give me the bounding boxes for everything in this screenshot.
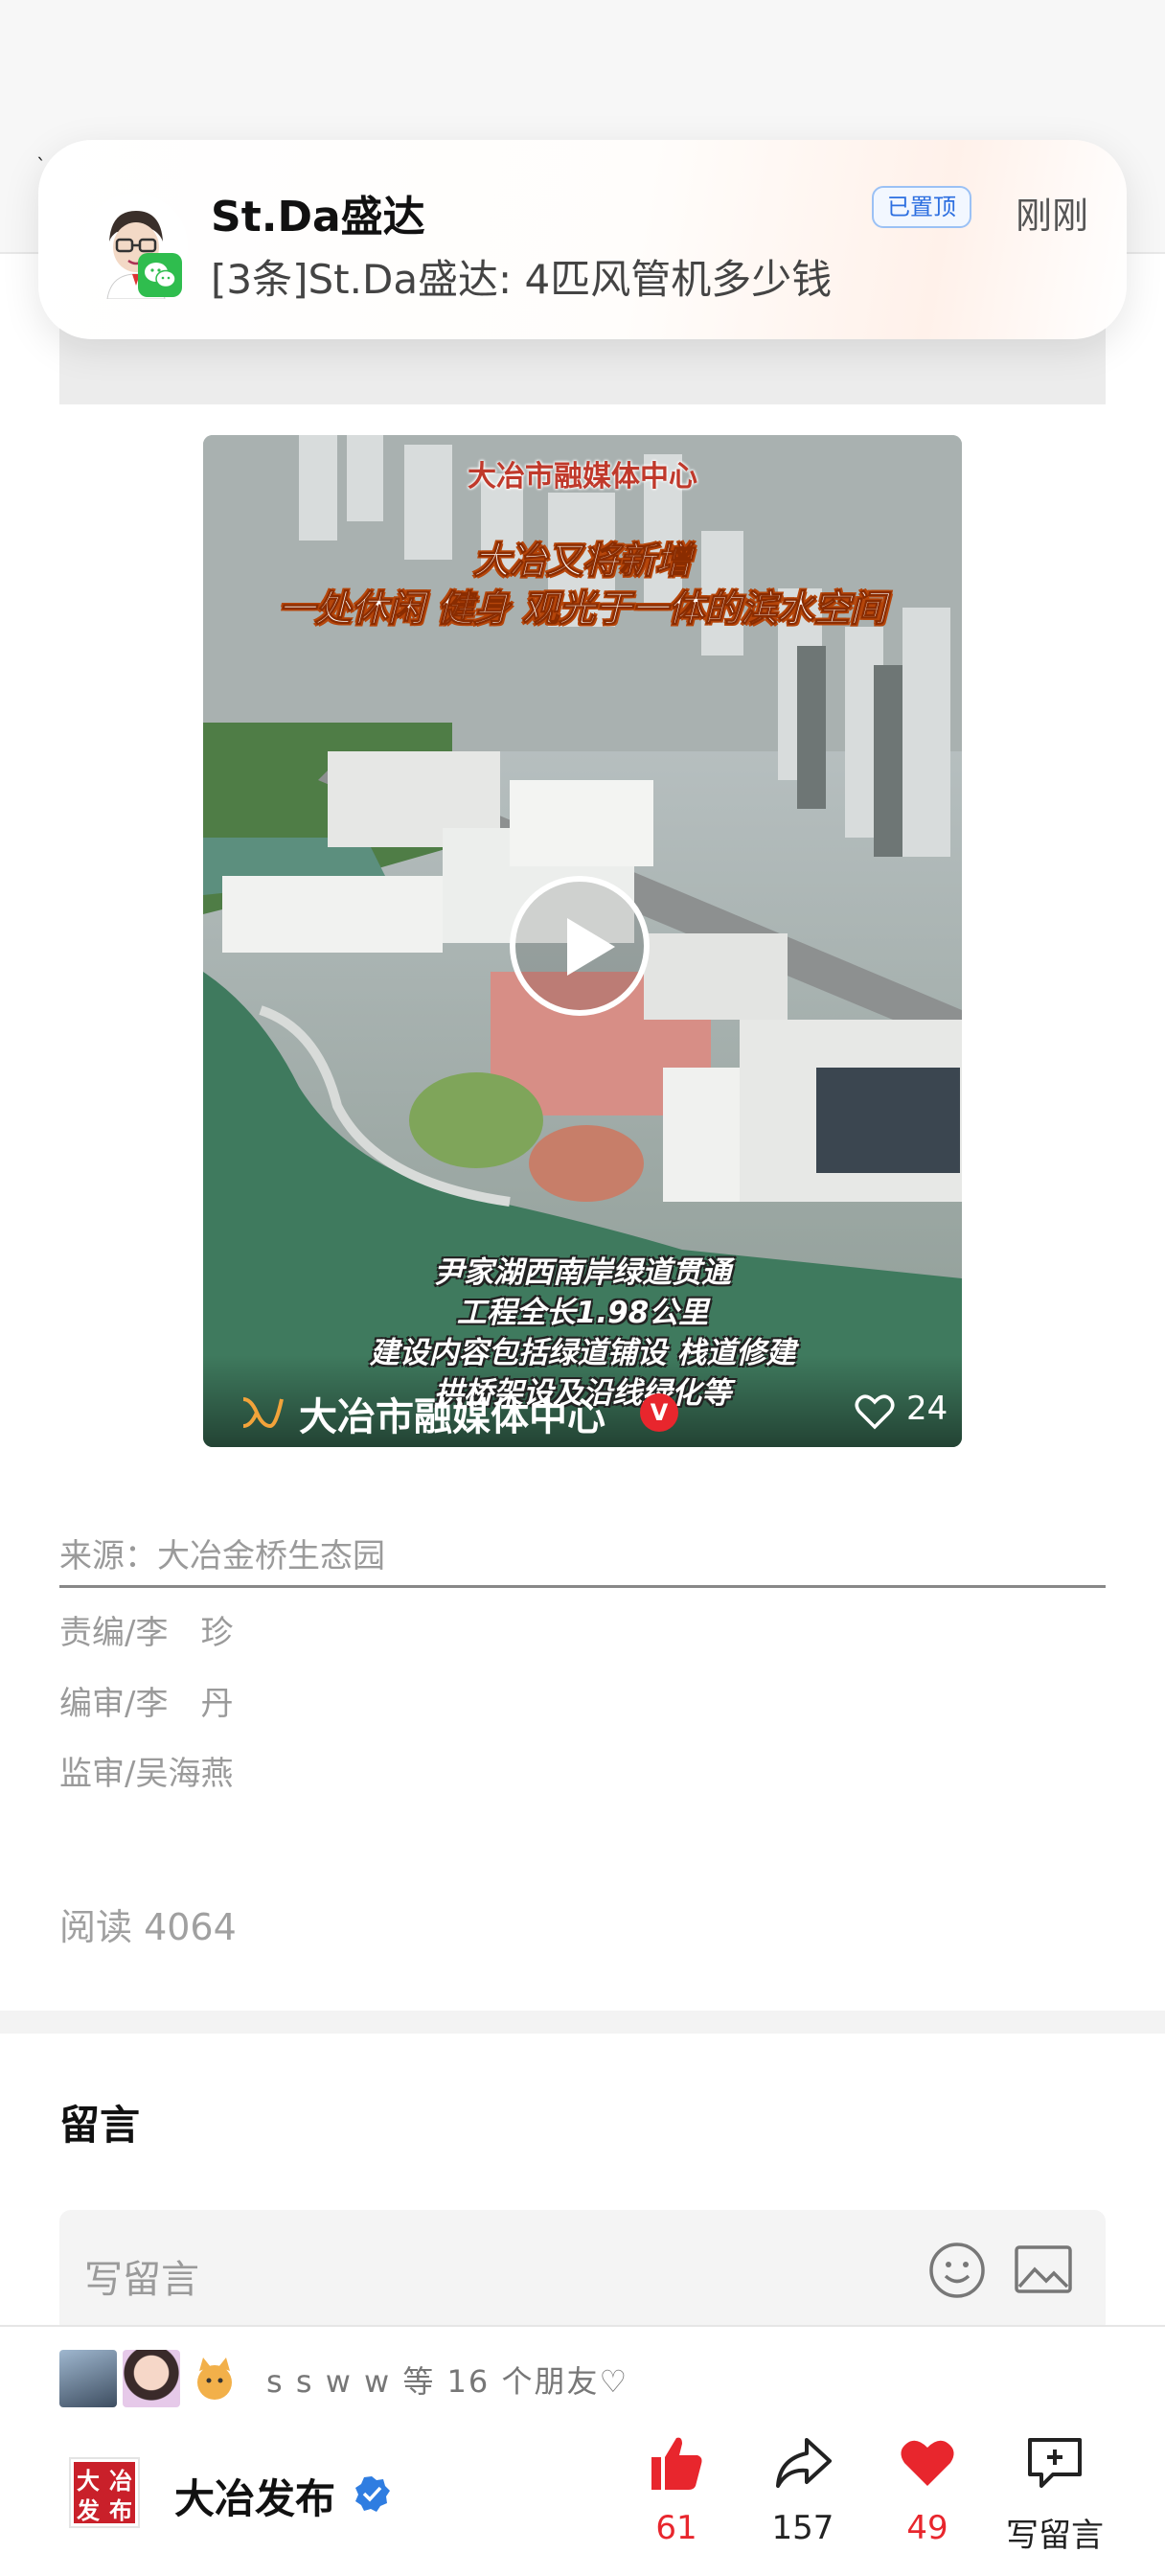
video-channel-name[interactable]: 大冶市融媒体中心 — [299, 1386, 605, 1441]
video-caption-line2: 工程全长1.98公里 — [456, 1296, 709, 1330]
editor-credit: 责编/李 珍 — [59, 1614, 234, 1652]
publisher-logo-mark: 大 冶 发 布 — [74, 2462, 135, 2524]
image-icon[interactable] — [1014, 2244, 1073, 2294]
logo-char: 发 — [76, 2497, 100, 2524]
comment-placeholder: 写留言 — [84, 2258, 199, 2302]
bottom-action-bar: s s w w 等 16 个朋友♡ 大 冶 发 布 大冶发布 61 157 49 — [0, 2325, 1165, 2576]
wechat-icon — [138, 253, 182, 297]
share-count: 157 — [771, 2509, 834, 2547]
video-like-count: 24 — [906, 1390, 948, 1428]
comments-title: 留言 — [59, 2102, 141, 2149]
pinned-badge: 已置顶 — [872, 186, 971, 228]
notification-sender: St.Da盛达 — [211, 193, 425, 242]
publisher-logo[interactable]: 大 冶 发 布 — [69, 2457, 140, 2528]
verified-icon: V — [640, 1393, 678, 1432]
logo-char: 布 — [109, 2497, 132, 2524]
write-comment-label: 写留言 — [1006, 2517, 1104, 2555]
notification-time: 刚刚 — [1016, 195, 1089, 237]
notification-message: [3条]St.Da盛达: 4匹风管机多少钱 — [211, 256, 833, 303]
verified-badge-icon — [355, 2476, 390, 2512]
video-top-title: 大冶市融媒体中心 — [468, 460, 697, 494]
thumbs-up-icon — [651, 2437, 702, 2490]
channels-logo-icon — [242, 1397, 284, 1429]
avatar — [186, 2350, 243, 2407]
favorite-count: 49 — [906, 2509, 948, 2547]
read-count: 阅读 4064 — [59, 1906, 237, 1948]
section-divider — [0, 2011, 1165, 2034]
supervisor-credit: 监审/吴海燕 — [59, 1755, 234, 1793]
video-player[interactable]: 大冶市融媒体中心 大冶又将新增 一处休闲 健身 观光于一体的滨水空间 尹家湖西南… — [203, 435, 962, 1447]
write-comment-button[interactable]: 写留言 — [993, 2432, 1117, 2556]
video-headline-line1: 大冶又将新增 — [472, 540, 692, 583]
share-icon — [776, 2438, 832, 2488]
reviewer-credit: 编审/李 丹 — [59, 1685, 234, 1723]
comment-add-icon — [1028, 2438, 1082, 2488]
video-caption-line3: 建设内容包括绿道铺设 栈道修建 — [369, 1336, 796, 1370]
avatar — [59, 2350, 117, 2407]
favorite-button[interactable]: 49 — [870, 2432, 985, 2547]
like-count: 61 — [655, 2509, 697, 2547]
notification-banner[interactable]: St.Da盛达 [3条]St.Da盛达: 4匹风管机多少钱 已置顶 刚刚 — [38, 140, 1127, 339]
friends-liked-text[interactable]: s s w w 等 16 个朋友♡ — [266, 2358, 628, 2402]
comment-input[interactable]: 写留言 — [59, 2210, 1106, 2334]
share-button[interactable]: 157 — [745, 2432, 860, 2547]
heart-filled-icon — [901, 2440, 954, 2486]
play-button[interactable] — [510, 876, 650, 1016]
heart-icon[interactable] — [855, 1393, 895, 1430]
logo-char: 大 — [77, 2468, 100, 2495]
source-link[interactable]: 来源：大冶金桥生态园 — [59, 1530, 385, 1576]
like-button[interactable]: 61 — [619, 2432, 734, 2547]
avatar — [123, 2350, 180, 2407]
source-underline — [59, 1585, 1106, 1588]
video-caption-line1: 尹家湖西南岸绿道贯通 — [434, 1255, 731, 1290]
video-headline-line2: 一处休闲 健身 观光于一体的滨水空间 — [278, 587, 887, 631]
emoji-icon[interactable] — [927, 2241, 987, 2300]
publisher-name[interactable]: 大冶发布 — [174, 2467, 335, 2525]
logo-char: 冶 — [109, 2468, 132, 2495]
